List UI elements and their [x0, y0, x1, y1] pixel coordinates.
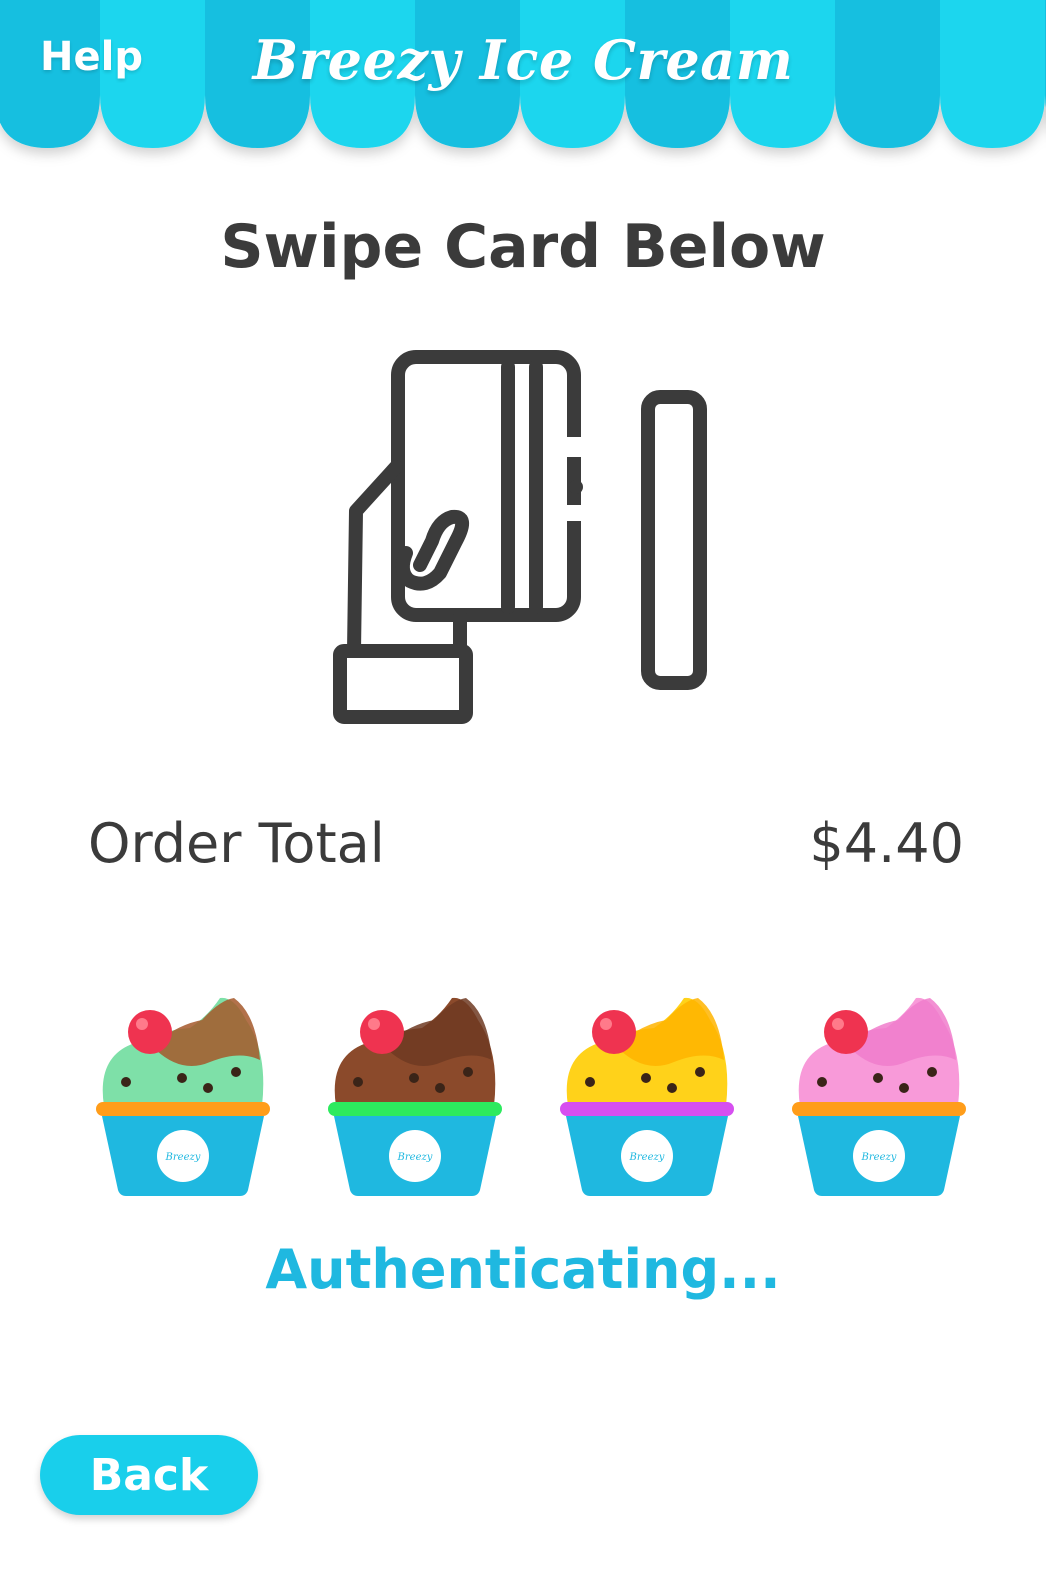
sprinkle: [927, 1067, 937, 1077]
cup-logo-text: Breezy: [629, 1152, 665, 1163]
sprinkle: [641, 1073, 651, 1083]
cherry-shine: [832, 1018, 844, 1030]
cup-logo-text: Breezy: [165, 1152, 201, 1163]
hand-holding-card-icon: [333, 350, 581, 724]
ice-cream-cup: Breezy: [792, 997, 966, 1196]
sprinkle: [817, 1077, 827, 1087]
sprinkle: [435, 1083, 445, 1093]
sprinkle: [463, 1067, 473, 1077]
authentication-status: Authenticating...: [265, 1238, 781, 1301]
cherry: [360, 1010, 404, 1054]
sprinkle: [585, 1077, 595, 1087]
cherry-shine: [136, 1018, 148, 1030]
sprinkle: [353, 1077, 363, 1087]
sprinkle: [409, 1073, 419, 1083]
cup-band: [96, 1102, 270, 1116]
card-chip-dot: [569, 480, 583, 494]
cup-logo-text: Breezy: [397, 1152, 433, 1163]
cherry: [128, 1010, 172, 1054]
order-total-amount: $4.40: [809, 812, 964, 875]
order-total-label: Order Total: [88, 812, 385, 875]
sprinkle: [121, 1077, 131, 1087]
sprinkle: [231, 1067, 241, 1077]
sprinkle: [899, 1083, 909, 1093]
back-button[interactable]: Back: [40, 1435, 258, 1515]
cherry-shine: [368, 1018, 380, 1030]
cup-band: [560, 1102, 734, 1116]
ice-cream-cup: Breezy: [560, 997, 734, 1196]
cherry: [824, 1010, 868, 1054]
cup-logo-text: Breezy: [861, 1152, 897, 1163]
cherry: [592, 1010, 636, 1054]
sprinkle: [667, 1083, 677, 1093]
card-swipe-illustration: [333, 350, 707, 724]
cup-band: [328, 1102, 502, 1116]
ice-cream-cup: Breezy: [96, 997, 270, 1196]
sprinkle: [873, 1073, 883, 1083]
ice-cream-cups-row: Breezy Breezy Breezy Breezy: [90, 990, 970, 1200]
sprinkle: [203, 1083, 213, 1093]
swipe-instruction: Swipe Card Below: [220, 212, 826, 282]
sprinkle: [177, 1073, 187, 1083]
cup-band: [792, 1102, 966, 1116]
sprinkle: [695, 1067, 705, 1077]
card-reader-slot-icon: [641, 390, 707, 690]
ice-cream-cup: Breezy: [328, 997, 502, 1196]
app-title: Breezy Ice Cream: [252, 28, 794, 92]
cherry-shine: [600, 1018, 612, 1030]
